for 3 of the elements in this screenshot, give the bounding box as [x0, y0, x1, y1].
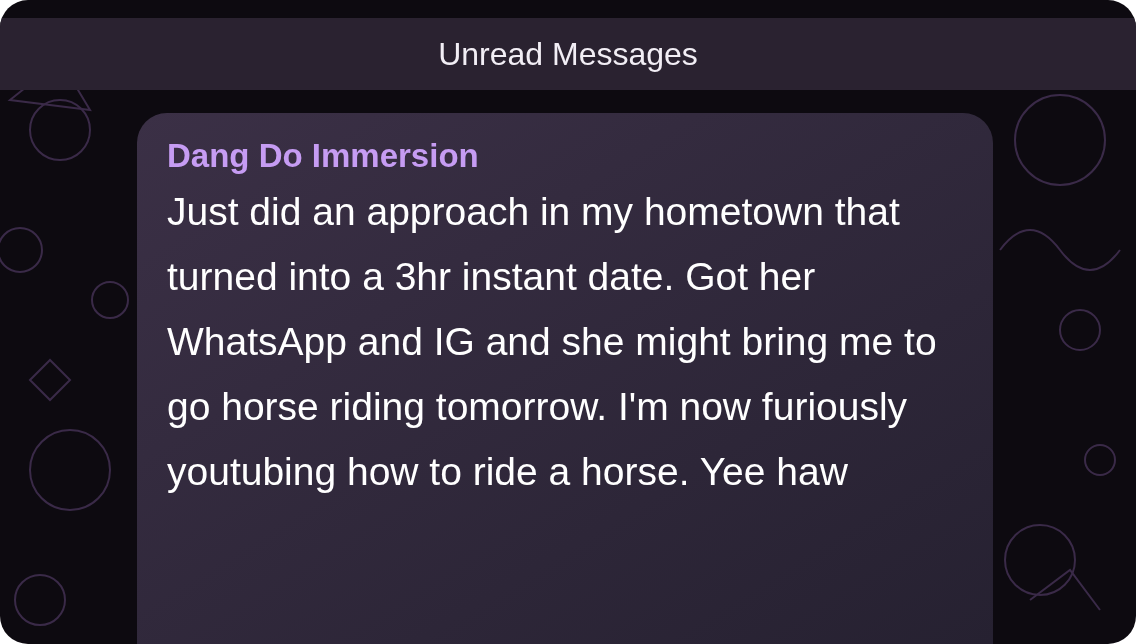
unread-messages-banner: Unread Messages [0, 18, 1136, 90]
message-text: Just did an approach in my hometown that turned into a 3hr instant date. Got her WhatsApp and IG and she might bring me to go horse riding tomorrow. I'm now furiously youtubing how to ride a horse. Yee haw [167, 189, 938, 495]
sender-name: Dang Do Immersion [167, 136, 480, 176]
